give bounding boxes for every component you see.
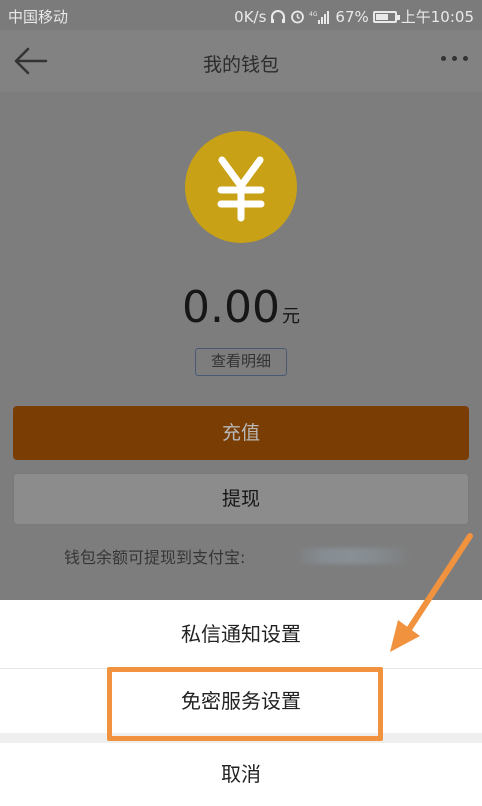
- yen-symbol: [217, 156, 265, 222]
- view-details-button[interactable]: 查看明细: [195, 348, 287, 376]
- page-title: 我的钱包: [202, 54, 279, 76]
- app-header: 我的钱包: [0, 30, 482, 92]
- recharge-button[interactable]: 充值: [13, 406, 469, 460]
- more-dots-icon[interactable]: [441, 56, 468, 61]
- carrier-name: 中国移动: [8, 8, 69, 26]
- battery-level: [375, 13, 388, 20]
- battery-percent: 67%: [335, 7, 369, 26]
- withdraw-hint: 钱包余额可提现到支付宝:: [64, 548, 246, 567]
- alarm-icon: [291, 10, 305, 24]
- status-bar: 中国移动 0K/s 4G 67% 上午10:05: [0, 0, 482, 30]
- withdraw-button[interactable]: 提现: [13, 473, 469, 525]
- signal-icon: 4G: [309, 10, 330, 24]
- annotation-arrow-icon: [390, 533, 473, 652]
- network-speed: 0K/s: [234, 7, 267, 26]
- balance-amount: 0.00 元: [0, 282, 482, 333]
- highlight-box: [107, 667, 383, 741]
- headset-icon: [271, 9, 286, 23]
- balance-unit: 元: [281, 306, 300, 327]
- battery-icon: [372, 10, 400, 23]
- balance-value: 0.00: [182, 282, 280, 333]
- svg-text:4G: 4G: [309, 11, 318, 18]
- clock: 上午10:05: [400, 8, 474, 26]
- status-indicators: 0K/s 4G 67% 上午10:05: [234, 6, 474, 27]
- cancel-button[interactable]: 取消: [0, 743, 482, 806]
- yen-coin-icon: [185, 131, 297, 243]
